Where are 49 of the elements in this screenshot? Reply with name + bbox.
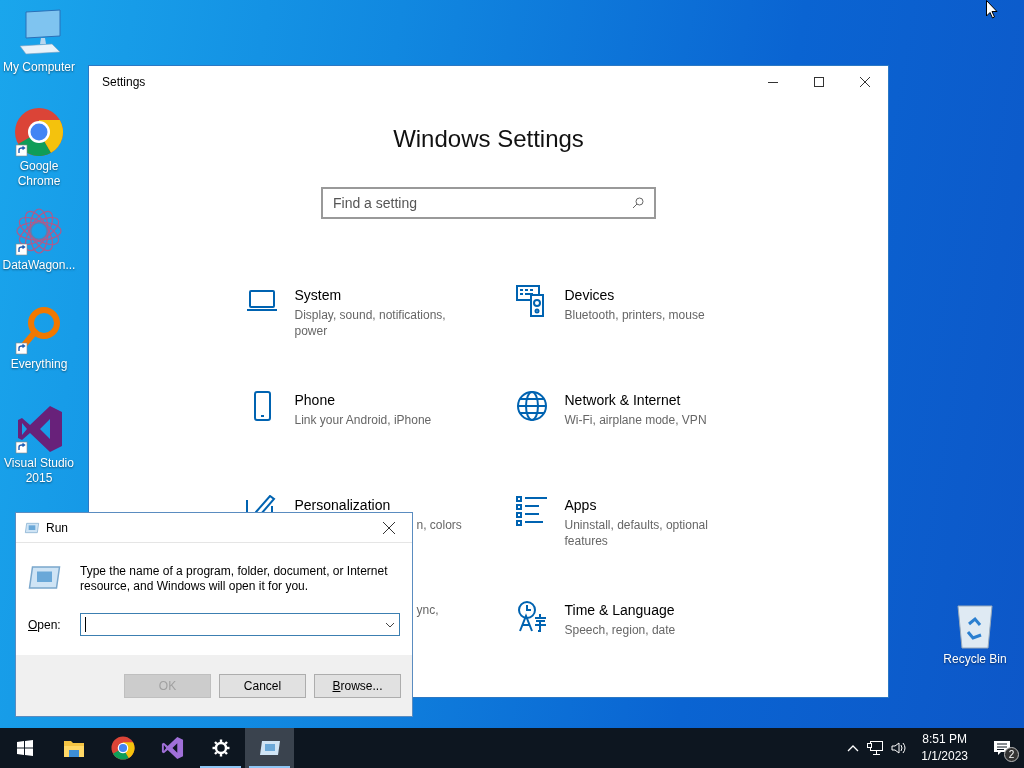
chrome-icon[interactable]	[110, 736, 135, 760]
setting-title[interactable]: Apps	[564, 495, 740, 515]
setting-description: Link your Android, iPhone	[294, 412, 433, 428]
page-heading: Windows Settings	[393, 124, 584, 154]
setting-description: n, colors	[416, 517, 462, 533]
time-language-icon	[515, 600, 548, 632]
dropdown-caret-icon	[385, 621, 395, 628]
setting-title[interactable]: Phone	[294, 390, 470, 410]
setting-title[interactable]: Network & Internet	[564, 390, 740, 410]
chevron-up-icon[interactable]	[847, 744, 860, 752]
setting-title[interactable]: Devices	[564, 285, 740, 305]
desktop-icon-label[interactable]: Recycle Bin	[937, 652, 1013, 667]
visual-studio-icon[interactable]	[159, 736, 184, 760]
taskbar-clock[interactable]: 8:51 PM 1/1/2023	[921, 731, 968, 765]
dialog-button[interactable]: Browse...	[314, 673, 401, 698]
setting-title[interactable]: Personalization	[294, 495, 462, 515]
dialog-button[interactable]: Cancel	[219, 673, 306, 698]
settings-icon[interactable]	[210, 738, 231, 758]
setting-description: Bluetooth, printers, mouse	[564, 307, 706, 323]
run-icon[interactable]	[258, 739, 281, 757]
dialog-message: Type the name of a program, folder, document, or Internet resource, and Windows will open it for you.	[80, 564, 389, 594]
search-icon	[632, 197, 644, 209]
open-combo-field[interactable]	[80, 613, 400, 636]
volume-icon[interactable]	[891, 741, 908, 755]
close-icon	[860, 77, 870, 87]
run-icon	[28, 564, 61, 591]
close-icon	[383, 521, 395, 534]
window-title: Settings	[101, 75, 147, 89]
setting-description: Speech, region, date	[564, 622, 677, 638]
network-icon	[515, 390, 548, 422]
run-icon	[24, 521, 40, 534]
setting-title[interactable]: System	[294, 285, 470, 305]
mouse-cursor-icon	[986, 0, 998, 19]
notification-count: 2	[1004, 747, 1019, 762]
action-center-button[interactable]: 2	[984, 728, 1020, 768]
folder-icon[interactable]	[62, 738, 85, 758]
setting-title[interactable]: Time & Language	[564, 600, 740, 620]
setting-description: Display, sound, notifications, power	[294, 307, 447, 339]
apps-icon	[515, 495, 548, 527]
network-icon[interactable]	[867, 741, 884, 755]
setting-description: Uninstall, defaults, optional features	[564, 517, 709, 549]
setting-description: ync,	[416, 602, 439, 618]
setting-description: Wi-Fi, airplane mode, VPN	[564, 412, 708, 428]
recycle-bin-icon	[955, 602, 995, 650]
windows-logo-icon[interactable]	[16, 740, 33, 756]
open-label: Open:	[28, 617, 62, 632]
search-field[interactable]: Find a setting	[321, 187, 656, 219]
dialog-title: Run	[46, 520, 69, 535]
maximize-icon	[814, 77, 824, 87]
